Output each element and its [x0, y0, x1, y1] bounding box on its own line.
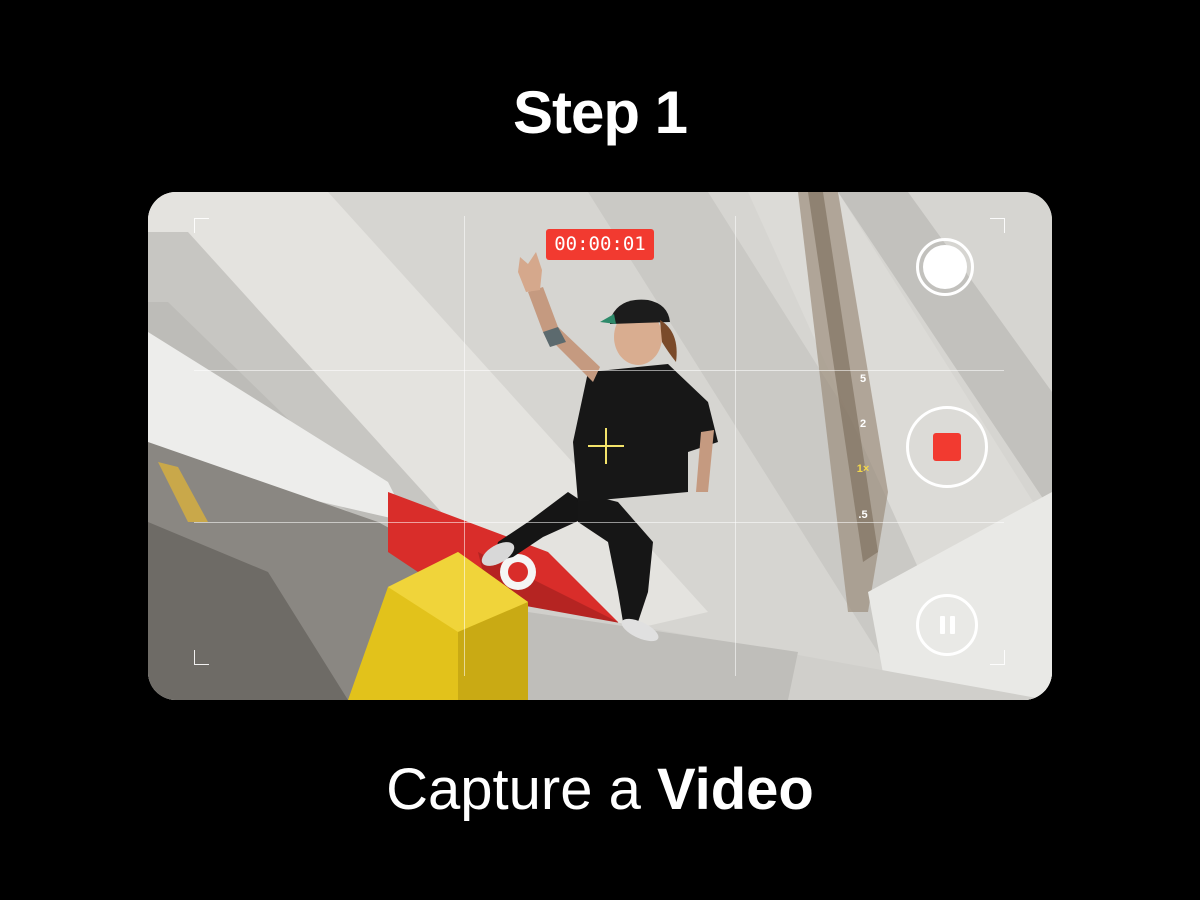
zoom-option-5[interactable]: 5	[848, 372, 878, 386]
stop-record-icon	[933, 433, 961, 461]
stop-record-button[interactable]	[906, 406, 988, 488]
pause-icon-bar	[949, 616, 955, 634]
photo-shutter-button[interactable]	[916, 238, 974, 296]
grid-line-vertical-2	[735, 216, 736, 676]
step-title: Step 1	[512, 79, 688, 146]
grid-line-vertical-1	[464, 216, 465, 676]
zoom-option-0-5[interactable]: .5	[848, 508, 878, 522]
focus-crosshair-icon	[588, 428, 624, 464]
frame-corner-bottom-left	[194, 650, 209, 665]
recording-timer: 00:00:01	[546, 229, 654, 260]
frame-corner-top-right	[990, 218, 1005, 233]
camera-viewfinder[interactable]: 00:00:01 5 2 1× .5	[148, 192, 1052, 700]
pause-button[interactable]	[916, 594, 978, 656]
zoom-option-2[interactable]: 2	[848, 417, 878, 431]
zoom-option-1x[interactable]: 1×	[848, 462, 878, 476]
grid-line-horizontal-2	[194, 522, 1004, 523]
pause-icon	[939, 616, 945, 634]
grid-line-horizontal-1	[194, 370, 1004, 371]
camera-shutter-icon	[923, 245, 967, 289]
frame-corner-top-left	[194, 218, 209, 233]
caption-emphasis: Video	[656, 757, 814, 822]
caption-prefix: Capture a	[386, 757, 657, 822]
frame-corner-bottom-right	[990, 650, 1005, 665]
caption: Capture a Video	[0, 754, 1200, 826]
